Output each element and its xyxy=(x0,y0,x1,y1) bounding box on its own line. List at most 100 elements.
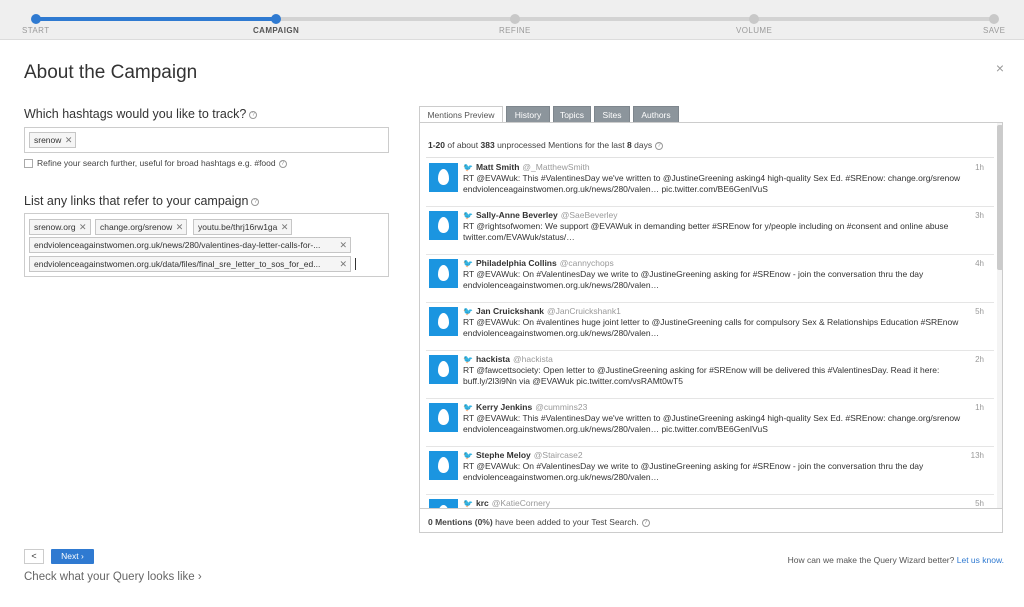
mention-item[interactable]: 🐦 Philadelphia Collins @cannychops RT @EVA… xyxy=(426,255,994,303)
egg-icon xyxy=(438,313,449,329)
tab-authors[interactable]: Authors xyxy=(633,106,679,123)
mention-item[interactable]: 🐦 Matt Smith @_MatthewSmith RT @EVAWuk: Th… xyxy=(426,159,994,207)
author-handle[interactable]: @Staircase2 xyxy=(534,450,583,460)
author-handle[interactable]: @_MatthewSmith xyxy=(522,162,589,172)
help-icon[interactable]: ? xyxy=(641,518,650,527)
mention-header: 🐦 krc @KatieCornery xyxy=(463,498,550,508)
remove-tag-icon[interactable]: ✕ xyxy=(339,238,347,252)
author-name[interactable]: hackista xyxy=(476,354,510,364)
author-handle[interactable]: @KatieCornery xyxy=(492,498,550,508)
mention-header: 🐦 Kerry Jenkins @cummins23 xyxy=(463,402,587,412)
progress-track-remaining xyxy=(276,17,994,21)
back-button[interactable]: < xyxy=(24,549,44,564)
mention-header: 🐦 Stephe Meloy @Staircase2 xyxy=(463,450,583,460)
mention-item[interactable]: 🐦 Stephe Meloy @Staircase2 RT @EVAWuk: On … xyxy=(426,447,994,495)
link-tag-label: srenow.org xyxy=(34,222,76,232)
remove-tag-icon[interactable]: ✕ xyxy=(281,220,289,234)
links-label: List any links that refer to your campai… xyxy=(24,194,260,208)
author-name[interactable]: Sally-Anne Beverley xyxy=(476,210,558,220)
mention-time: 5h xyxy=(975,499,984,508)
feedback-text: How can we make the Query Wizard better?… xyxy=(788,555,1004,565)
link-tag-label: youtu.be/thrj16rw1ga xyxy=(198,222,278,232)
step-dot-save[interactable] xyxy=(989,14,999,24)
tab-history[interactable]: History xyxy=(506,106,550,123)
mention-time: 5h xyxy=(975,307,984,316)
links-input[interactable]: srenow.org ✕ change.org/srenow ✕ youtu.be/… xyxy=(24,213,389,277)
avatar xyxy=(429,355,458,384)
next-button[interactable]: Next › xyxy=(51,549,94,564)
mention-item[interactable]: 🐦 Sally-Anne Beverley @SaeBeverley RT @rig… xyxy=(426,207,994,255)
mention-item[interactable]: 🐦 Jan Cruickshank @JanCruickshank1 RT @EVA… xyxy=(426,303,994,351)
wizard-progress-bar: START CAMPAIGN REFINE VOLUME SAVE xyxy=(0,0,1024,40)
author-name[interactable]: Jan Cruickshank xyxy=(476,306,544,316)
author-name[interactable]: Stephe Meloy xyxy=(476,450,531,460)
refine-checkbox-label[interactable]: Refine your search further, useful for b… xyxy=(37,158,287,168)
footer-message: have been added to your Test Search. xyxy=(495,517,639,527)
help-icon[interactable]: ? xyxy=(278,159,287,168)
mention-text: RT @EVAWuk: This #ValentinesDay we've wr… xyxy=(463,173,961,194)
step-label-campaign[interactable]: CAMPAIGN xyxy=(253,26,299,35)
remove-tag-icon[interactable]: ✕ xyxy=(339,257,347,271)
remove-tag-icon[interactable]: ✕ xyxy=(65,133,73,147)
help-icon[interactable]: ? xyxy=(655,141,664,150)
mention-text: RT @fawcettsociety: Open letter to @Just… xyxy=(463,365,940,386)
mention-item[interactable]: 🐦 hackista @hackista RT @fawcettsociety: O… xyxy=(426,351,994,399)
author-handle[interactable]: @cummins23 xyxy=(535,402,587,412)
link-tag: change.org/srenow ✕ xyxy=(95,219,188,235)
step-label-save[interactable]: SAVE xyxy=(983,26,1005,35)
author-handle[interactable]: @JanCruickshank1 xyxy=(547,306,621,316)
feedback-link[interactable]: Let us know. xyxy=(957,555,1004,565)
help-icon[interactable]: ? xyxy=(249,110,258,119)
egg-icon xyxy=(438,217,449,233)
mentions-preview-panel: 1-20 of about 383 unprocessed Mentions f… xyxy=(419,122,1003,533)
tab-sites[interactable]: Sites xyxy=(594,106,630,123)
close-icon[interactable]: × xyxy=(996,60,1004,76)
step-dot-refine[interactable] xyxy=(510,14,520,24)
remove-tag-icon[interactable]: ✕ xyxy=(176,220,184,234)
tab-mentions-preview[interactable]: Mentions Preview xyxy=(419,106,503,123)
avatar xyxy=(429,163,458,192)
mention-item[interactable]: 🐦 Kerry Jenkins @cummins23 RT @EVAWuk: Thi… xyxy=(426,399,994,447)
egg-icon xyxy=(438,457,449,473)
twitter-icon: 🐦 xyxy=(463,403,473,412)
mention-text: RT @EVAWuk: On #ValentinesDay we write t… xyxy=(463,461,924,482)
mention-time: 13h xyxy=(970,451,984,460)
avatar xyxy=(429,403,458,432)
twitter-icon: 🐦 xyxy=(463,211,473,220)
mention-text: RT @EVAWuk: This #ValentinesDay we've wr… xyxy=(463,413,961,434)
hashtag-tag-label: srenow xyxy=(34,135,62,145)
author-name[interactable]: Kerry Jenkins xyxy=(476,402,532,412)
egg-icon xyxy=(438,361,449,377)
step-label-start[interactable]: START xyxy=(22,26,49,35)
mention-header: 🐦 Matt Smith @_MatthewSmith xyxy=(463,162,590,172)
remove-tag-icon[interactable]: ✕ xyxy=(79,220,87,234)
twitter-icon: 🐦 xyxy=(463,499,473,508)
author-name[interactable]: Matt Smith xyxy=(476,162,519,172)
step-dot-volume[interactable] xyxy=(749,14,759,24)
step-label-volume[interactable]: VOLUME xyxy=(736,26,772,35)
mention-text: RT @EVAWuk: On #ValentinesDay we write t… xyxy=(463,269,924,290)
author-handle[interactable]: @hackista xyxy=(513,354,553,364)
author-name[interactable]: Philadelphia Collins xyxy=(476,258,557,268)
help-icon[interactable]: ? xyxy=(251,197,260,206)
link-tag: youtu.be/thrj16rw1ga ✕ xyxy=(193,219,293,235)
step-dot-campaign[interactable] xyxy=(271,14,281,24)
page-title: About the Campaign xyxy=(24,62,198,83)
hashtag-tag: srenow ✕ xyxy=(29,132,77,148)
author-name[interactable]: krc xyxy=(476,498,489,508)
scrollbar[interactable] xyxy=(997,123,1002,508)
step-dot-start[interactable] xyxy=(31,14,41,24)
twitter-icon: 🐦 xyxy=(463,451,473,460)
scrollbar-thumb[interactable] xyxy=(997,125,1002,270)
egg-icon xyxy=(438,265,449,281)
author-handle[interactable]: @cannychops xyxy=(560,258,614,268)
check-query-link[interactable]: Check what your Query looks like › xyxy=(24,571,202,583)
tab-topics[interactable]: Topics xyxy=(553,106,591,123)
mention-header: 🐦 Philadelphia Collins @cannychops xyxy=(463,258,614,268)
twitter-icon: 🐦 xyxy=(463,307,473,316)
hashtags-input[interactable]: srenow ✕ xyxy=(24,127,389,153)
step-label-refine[interactable]: REFINE xyxy=(499,26,531,35)
refine-checkbox[interactable] xyxy=(24,159,33,168)
author-handle[interactable]: @SaeBeverley xyxy=(561,210,618,220)
link-tag: srenow.org ✕ xyxy=(29,219,91,235)
